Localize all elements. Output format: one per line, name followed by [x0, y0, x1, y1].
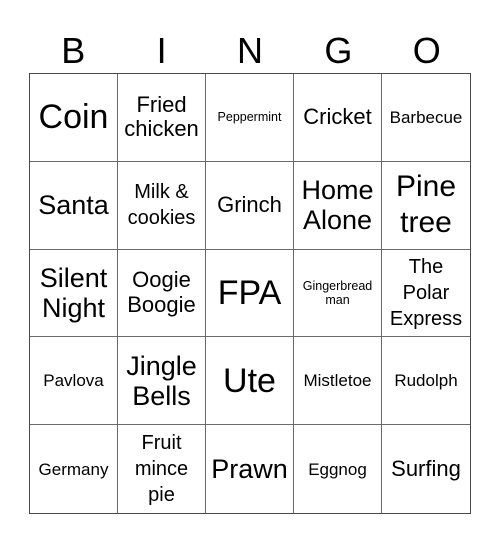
bingo-cell[interactable]: Rudolph	[382, 337, 470, 426]
bingo-cell[interactable]: Cricket	[294, 74, 382, 162]
bingo-cell[interactable]: Jingle Bells	[118, 337, 206, 426]
bingo-cell[interactable]: Ute	[206, 337, 294, 426]
bingo-cell[interactable]: Peppermint	[206, 74, 294, 162]
bingo-grid: Coin Fried chicken Peppermint Cricket Ba…	[29, 73, 471, 514]
bingo-cell[interactable]: Silent Night	[30, 249, 118, 338]
bingo-cell[interactable]: Santa	[30, 161, 118, 250]
bingo-cell[interactable]: Grinch	[206, 161, 294, 250]
bingo-cell[interactable]: Eggnog	[294, 425, 382, 513]
bingo-cell[interactable]: Gingerbread man	[294, 249, 382, 338]
bingo-cell[interactable]: Prawn	[206, 425, 294, 513]
bingo-cell[interactable]: Fruit mince pie	[118, 425, 206, 513]
bingo-cell[interactable]: Milk & cookies	[118, 161, 206, 250]
bingo-cell[interactable]: Pine tree	[382, 162, 470, 250]
header-letter-g: G	[324, 30, 353, 71]
bingo-cell[interactable]: Mistletoe	[294, 337, 382, 426]
bingo-cell[interactable]: Pavlova	[30, 337, 118, 426]
header-letter-o: O	[412, 30, 441, 71]
bingo-cell[interactable]: Fried chicken	[118, 74, 206, 162]
bingo-cell[interactable]: Oogie Boogie	[118, 249, 206, 338]
bingo-header: B I N G O	[29, 28, 471, 73]
bingo-cell[interactable]: Barbecue	[382, 74, 470, 162]
bingo-cell[interactable]: Home Alone	[294, 161, 382, 250]
bingo-cell[interactable]: Germany	[30, 425, 118, 513]
header-letter-b: B	[61, 30, 86, 71]
bingo-cell free-space[interactable]: FPA	[206, 249, 294, 338]
bingo-cell[interactable]: Coin	[30, 74, 118, 162]
bingo-cell[interactable]: The Polar Express	[382, 250, 470, 338]
bingo-cell[interactable]: Surfing	[382, 425, 470, 513]
header-letter-i: I	[156, 30, 167, 71]
header-letter-n: N	[236, 30, 263, 71]
